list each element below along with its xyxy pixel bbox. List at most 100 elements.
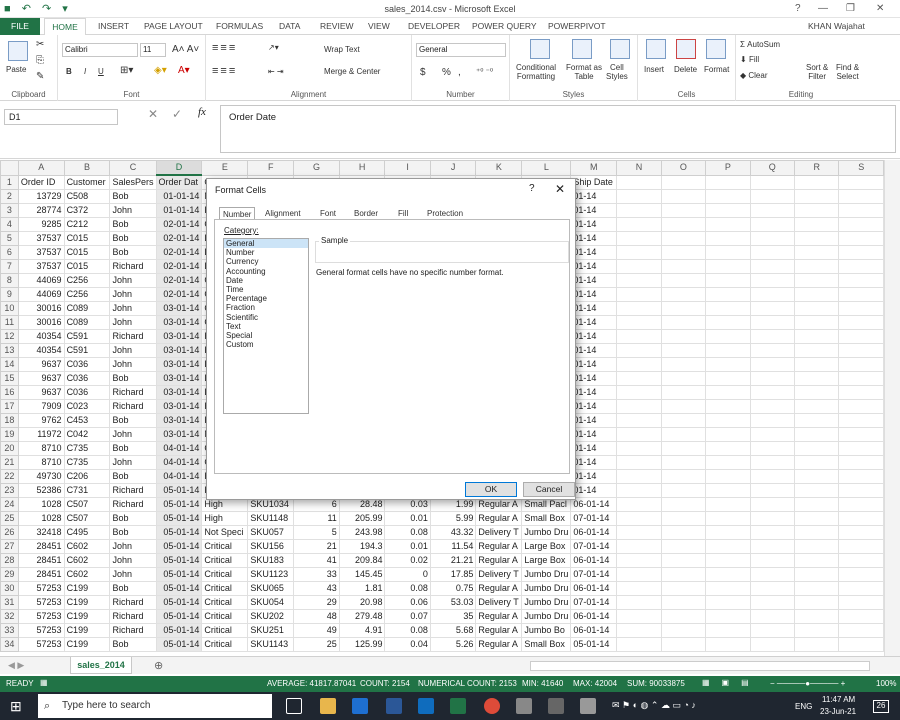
underline-button[interactable]: U: [98, 67, 104, 76]
conditional-formatting-icon[interactable]: [530, 39, 550, 59]
cell[interactable]: C206: [63, 469, 111, 484]
cell[interactable]: C036: [63, 371, 111, 386]
cell[interactable]: C453: [63, 413, 111, 428]
horizontal-align-icons[interactable]: ≡≡≡: [212, 65, 237, 77]
cell[interactable]: [660, 329, 707, 344]
cell[interactable]: 0.04: [384, 637, 431, 652]
cell[interactable]: [660, 497, 707, 512]
column-header[interactable]: R: [794, 160, 840, 176]
cell[interactable]: 53.03: [429, 595, 477, 610]
row-header[interactable]: 8: [0, 273, 19, 288]
cell[interactable]: Regular A: [475, 623, 523, 638]
cell[interactable]: C015: [63, 259, 111, 274]
cell[interactable]: [616, 301, 662, 316]
cell[interactable]: Richard: [109, 623, 157, 638]
cell[interactable]: [838, 511, 884, 526]
column-header[interactable]: D: [155, 160, 203, 176]
cell[interactable]: 5.26: [429, 637, 477, 652]
cell[interactable]: 9637: [17, 357, 65, 372]
cell[interactable]: 05-01-14: [155, 511, 203, 526]
cell[interactable]: [838, 483, 884, 498]
cell[interactable]: [616, 623, 662, 638]
category-item[interactable]: Scientific: [224, 313, 308, 322]
cell[interactable]: [838, 301, 884, 316]
cell[interactable]: John: [109, 343, 157, 358]
cell[interactable]: 01-01-14: [155, 189, 203, 204]
cell[interactable]: 01-14: [570, 273, 618, 288]
cell[interactable]: 0.75: [429, 581, 477, 596]
cell[interactable]: [616, 287, 662, 302]
app-icon[interactable]: [516, 698, 532, 714]
cell[interactable]: 03-01-14: [155, 371, 203, 386]
cell[interactable]: 29: [293, 595, 340, 610]
row-header[interactable]: 2: [0, 189, 19, 204]
cell[interactable]: [616, 525, 662, 540]
cell[interactable]: [838, 203, 884, 218]
row-header[interactable]: 18: [0, 413, 19, 428]
cell[interactable]: Regular A: [475, 609, 523, 624]
cell[interactable]: 7909: [17, 399, 65, 414]
row-header[interactable]: 10: [0, 301, 19, 316]
app-icon[interactable]: [548, 698, 564, 714]
cell[interactable]: [749, 567, 796, 582]
cell[interactable]: [616, 427, 662, 442]
cell[interactable]: [838, 441, 884, 456]
cell[interactable]: [838, 385, 884, 400]
cell[interactable]: [616, 189, 662, 204]
cell[interactable]: 01-14: [570, 217, 618, 232]
insert-cells-icon[interactable]: [646, 39, 666, 59]
format-cells-icon[interactable]: [706, 39, 726, 59]
cell[interactable]: [660, 371, 707, 386]
cell[interactable]: 57253: [17, 581, 65, 596]
cell[interactable]: John: [109, 455, 157, 470]
cell[interactable]: [749, 301, 796, 316]
cell[interactable]: SKU054: [247, 595, 295, 610]
category-item[interactable]: Number: [224, 248, 308, 257]
enter-icon[interactable]: ✓: [172, 107, 182, 121]
cell[interactable]: 05-01-14: [155, 567, 203, 582]
cell[interactable]: 01-14: [570, 483, 618, 498]
cell[interactable]: C731: [63, 483, 111, 498]
cell[interactable]: [794, 441, 840, 456]
cell[interactable]: 05-01-14: [155, 539, 203, 554]
cell[interactable]: 01-14: [570, 413, 618, 428]
cell[interactable]: [616, 399, 662, 414]
cell[interactable]: [749, 441, 796, 456]
category-item[interactable]: Time: [224, 285, 308, 294]
cell[interactable]: [616, 469, 662, 484]
cell[interactable]: 49: [293, 623, 340, 638]
cell[interactable]: 43.32: [429, 525, 477, 540]
cell[interactable]: 02-01-14: [155, 217, 203, 232]
cell[interactable]: 37537: [17, 259, 65, 274]
cell[interactable]: 205.99: [338, 511, 386, 526]
cell[interactable]: [705, 287, 751, 302]
tab-insert[interactable]: INSERT: [98, 21, 129, 31]
column-header[interactable]: P: [705, 160, 751, 176]
cell[interactable]: Regular A: [475, 637, 523, 652]
cell[interactable]: Regular A: [475, 511, 523, 526]
cell[interactable]: [749, 245, 796, 260]
cell[interactable]: 05-01-14: [155, 483, 203, 498]
cell[interactable]: 01-14: [570, 259, 618, 274]
name-box[interactable]: D1: [4, 109, 118, 125]
cell[interactable]: Delivery T: [475, 567, 523, 582]
cell[interactable]: [660, 539, 707, 554]
row-header[interactable]: 21: [0, 455, 19, 470]
cell[interactable]: C212: [63, 217, 111, 232]
grow-font-icon[interactable]: A˄ A˅: [172, 44, 199, 55]
cell[interactable]: Bob: [109, 245, 157, 260]
cell[interactable]: 0: [384, 567, 431, 582]
font-size-select[interactable]: 11: [140, 43, 166, 57]
cell[interactable]: [705, 217, 751, 232]
cell[interactable]: John: [109, 301, 157, 316]
cell[interactable]: 03-01-14: [155, 329, 203, 344]
cell[interactable]: [794, 581, 840, 596]
cell[interactable]: Order ID: [17, 174, 65, 190]
cell[interactable]: [838, 343, 884, 358]
cell[interactable]: SKU1123: [247, 567, 295, 582]
cell[interactable]: Richard: [109, 329, 157, 344]
format-as-table-icon[interactable]: [572, 39, 592, 59]
cell[interactable]: 07-01-14: [570, 567, 618, 582]
column-header[interactable]: C: [109, 160, 157, 176]
cell[interactable]: [660, 343, 707, 358]
